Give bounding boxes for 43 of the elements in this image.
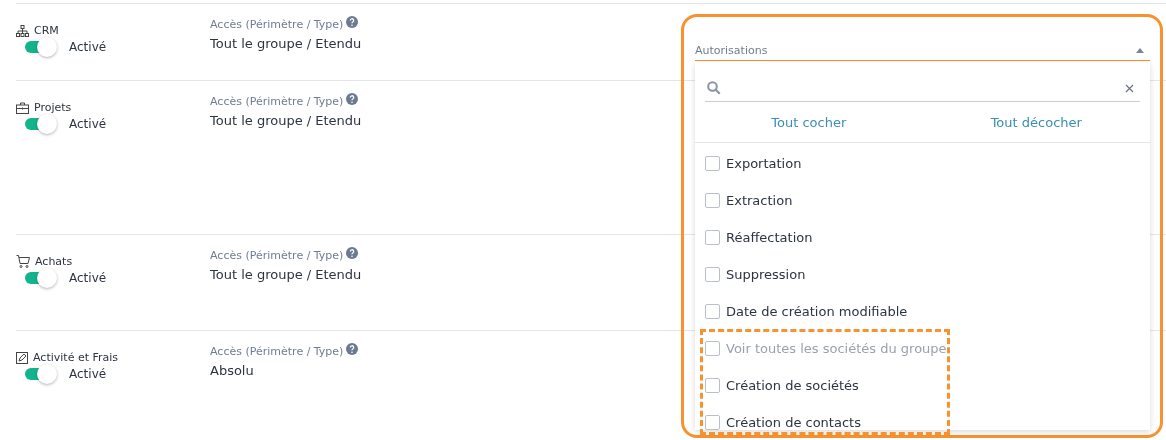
access-label: Accès (Périmètre / Type) bbox=[210, 95, 344, 108]
access-value: Tout le groupe / Etendu bbox=[210, 267, 362, 282]
help-icon[interactable] bbox=[346, 16, 359, 28]
module-name: CRM bbox=[34, 24, 59, 37]
option-label[interactable]: Exportation bbox=[726, 156, 802, 171]
cart-icon bbox=[16, 255, 30, 268]
briefcase-icon bbox=[16, 101, 29, 114]
option-label[interactable]: Réaffectation bbox=[726, 230, 813, 245]
checkbox[interactable] bbox=[705, 304, 720, 319]
option-label[interactable]: Suppression bbox=[726, 267, 806, 282]
sitemap-icon bbox=[16, 24, 29, 37]
access-value: Absolu bbox=[210, 363, 255, 378]
toggle-label: Activé bbox=[69, 271, 107, 285]
access-label: Accès (Périmètre / Type) bbox=[210, 345, 344, 358]
access-label: Accès (Périmètre / Type) bbox=[210, 18, 344, 31]
option-label[interactable]: Extraction bbox=[726, 193, 793, 208]
access-label: Accès (Périmètre / Type) bbox=[210, 249, 344, 262]
checkbox[interactable] bbox=[705, 378, 720, 393]
checkbox[interactable] bbox=[705, 156, 720, 171]
close-icon[interactable] bbox=[1125, 83, 1134, 93]
search-icon bbox=[707, 81, 721, 95]
checkbox[interactable] bbox=[705, 267, 720, 282]
toggle-label: Activé bbox=[69, 40, 107, 54]
permissions-select[interactable]: Autorisations bbox=[695, 40, 1150, 61]
help-icon[interactable] bbox=[346, 93, 359, 105]
checkbox[interactable] bbox=[705, 415, 720, 430]
help-icon[interactable] bbox=[346, 343, 359, 355]
edit-icon bbox=[16, 351, 28, 364]
help-icon[interactable] bbox=[346, 247, 359, 259]
access-value: Tout le groupe / Etendu bbox=[210, 36, 362, 51]
select-all-button[interactable]: Tout cocher bbox=[695, 114, 923, 130]
toggle-label: Activé bbox=[69, 367, 107, 381]
module-name: Achats bbox=[35, 255, 73, 268]
deselect-all-button[interactable]: Tout décocher bbox=[922, 114, 1150, 130]
checkbox[interactable] bbox=[705, 230, 720, 245]
option-label[interactable]: Date de création modifiable bbox=[726, 304, 908, 319]
checkbox[interactable] bbox=[705, 193, 720, 208]
module-name: Activité et Frais bbox=[33, 351, 119, 364]
toggle-label: Activé bbox=[69, 117, 107, 131]
option-label[interactable]: Création de contacts bbox=[726, 415, 861, 430]
module-name: Projets bbox=[34, 101, 72, 114]
option-label[interactable]: Création de sociétés bbox=[726, 378, 859, 393]
access-value: Tout le groupe / Etendu bbox=[210, 113, 362, 128]
